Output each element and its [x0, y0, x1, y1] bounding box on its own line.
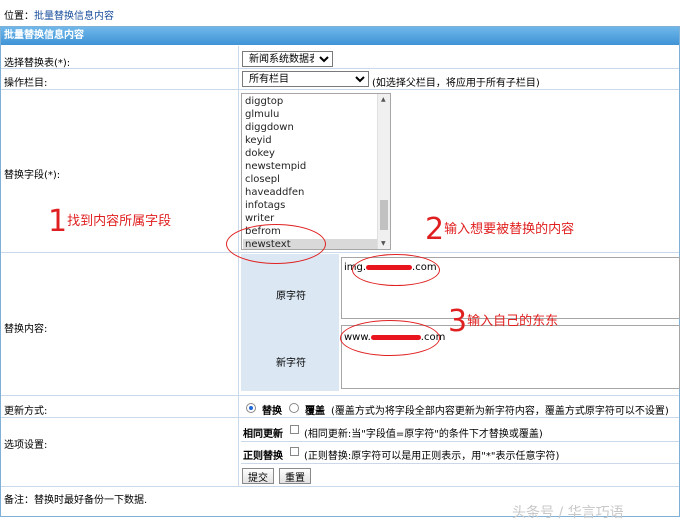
orig-label: 原字符 — [276, 291, 306, 302]
annotation-step2: 2输入想要被替换的内容 — [425, 212, 575, 247]
content-label: 替换内容: — [4, 324, 48, 335]
field-label: 替换字段(*): — [4, 170, 61, 181]
field-option[interactable]: closepl — [245, 174, 280, 186]
scroll-down-icon[interactable]: ▼ — [381, 240, 386, 247]
field-option[interactable]: dokey — [245, 148, 275, 160]
row-divider — [1, 395, 679, 396]
table-label: 选择替换表(*): — [4, 58, 71, 69]
field-option[interactable]: newstempid — [245, 161, 306, 173]
reset-button[interactable]: 重置 — [279, 468, 311, 484]
regex-label: 正则替换 — [243, 451, 283, 462]
row-divider — [241, 441, 679, 442]
cover-radio[interactable] — [289, 403, 299, 413]
listbox-scrollbar[interactable]: ▲ ▼ — [377, 94, 390, 249]
submit-button[interactable]: 提交 — [242, 468, 274, 484]
new-label: 新字符 — [276, 358, 306, 369]
panel-header: 批量替换信息内容 — [1, 27, 679, 45]
table-select[interactable]: 新闻系统数据表 — [242, 51, 333, 67]
annotation-circle — [340, 320, 440, 356]
row-divider — [1, 89, 679, 90]
regex-checkbox[interactable] — [290, 447, 299, 456]
annotation-step1: 1找到内容所属字段 — [48, 204, 172, 239]
row-divider — [1, 68, 679, 69]
watermark: 头条号 / 华言巧语 — [512, 505, 624, 521]
annotation-circle — [226, 224, 326, 264]
field-option[interactable]: glmulu — [245, 109, 279, 121]
mode-hint: (覆盖方式为将字段全部内容更新为新字符内容，覆盖方式原字符可以不设置) — [331, 406, 669, 417]
related-update-checkbox[interactable] — [290, 425, 299, 434]
row-divider — [241, 463, 679, 464]
annotation-circle — [352, 254, 440, 286]
related-update-label: 相同更新 — [243, 429, 283, 440]
row-divider — [1, 252, 679, 253]
scroll-thumb[interactable] — [380, 200, 388, 230]
regex-hint: (正则替换:原字符可以是用正则表示，用"*"表示任意字符) — [304, 451, 560, 462]
column-hint: (如选择父栏目，将应用于所有子栏目) — [372, 78, 540, 89]
field-option[interactable]: haveaddfen — [245, 187, 304, 199]
content-label-cell — [241, 254, 339, 391]
row-divider — [1, 417, 679, 418]
field-option[interactable]: diggtop — [245, 96, 283, 108]
column-label: 操作栏目: — [4, 78, 48, 89]
column-divider — [238, 46, 239, 486]
cover-radio-label[interactable]: 覆盖 — [305, 402, 325, 417]
related-update-hint: (相同更新:当"字段值=原字符"的条件下才替换或覆盖) — [304, 429, 543, 440]
location-bar: 位置：批量替换信息内容 — [4, 7, 114, 22]
scroll-up-icon[interactable]: ▲ — [381, 96, 386, 103]
mode-label: 更新方式: — [4, 406, 48, 417]
options-label: 选项设置: — [4, 440, 48, 451]
field-option[interactable]: infotags — [245, 200, 285, 212]
annotation-step3: 3输入自己的东东 — [448, 304, 559, 339]
row-divider — [1, 486, 679, 487]
footer-note: 备注：替换时最好备份一下数据. — [4, 495, 148, 506]
column-select[interactable]: 所有栏目 — [242, 71, 369, 87]
field-option[interactable]: diggdown — [245, 122, 294, 134]
location-prefix: 位置： — [4, 11, 34, 22]
field-option[interactable]: keyid — [245, 135, 272, 147]
replace-radio[interactable] — [246, 403, 256, 413]
replace-radio-label[interactable]: 替换 — [262, 402, 282, 417]
location-link[interactable]: 批量替换信息内容 — [34, 11, 114, 22]
